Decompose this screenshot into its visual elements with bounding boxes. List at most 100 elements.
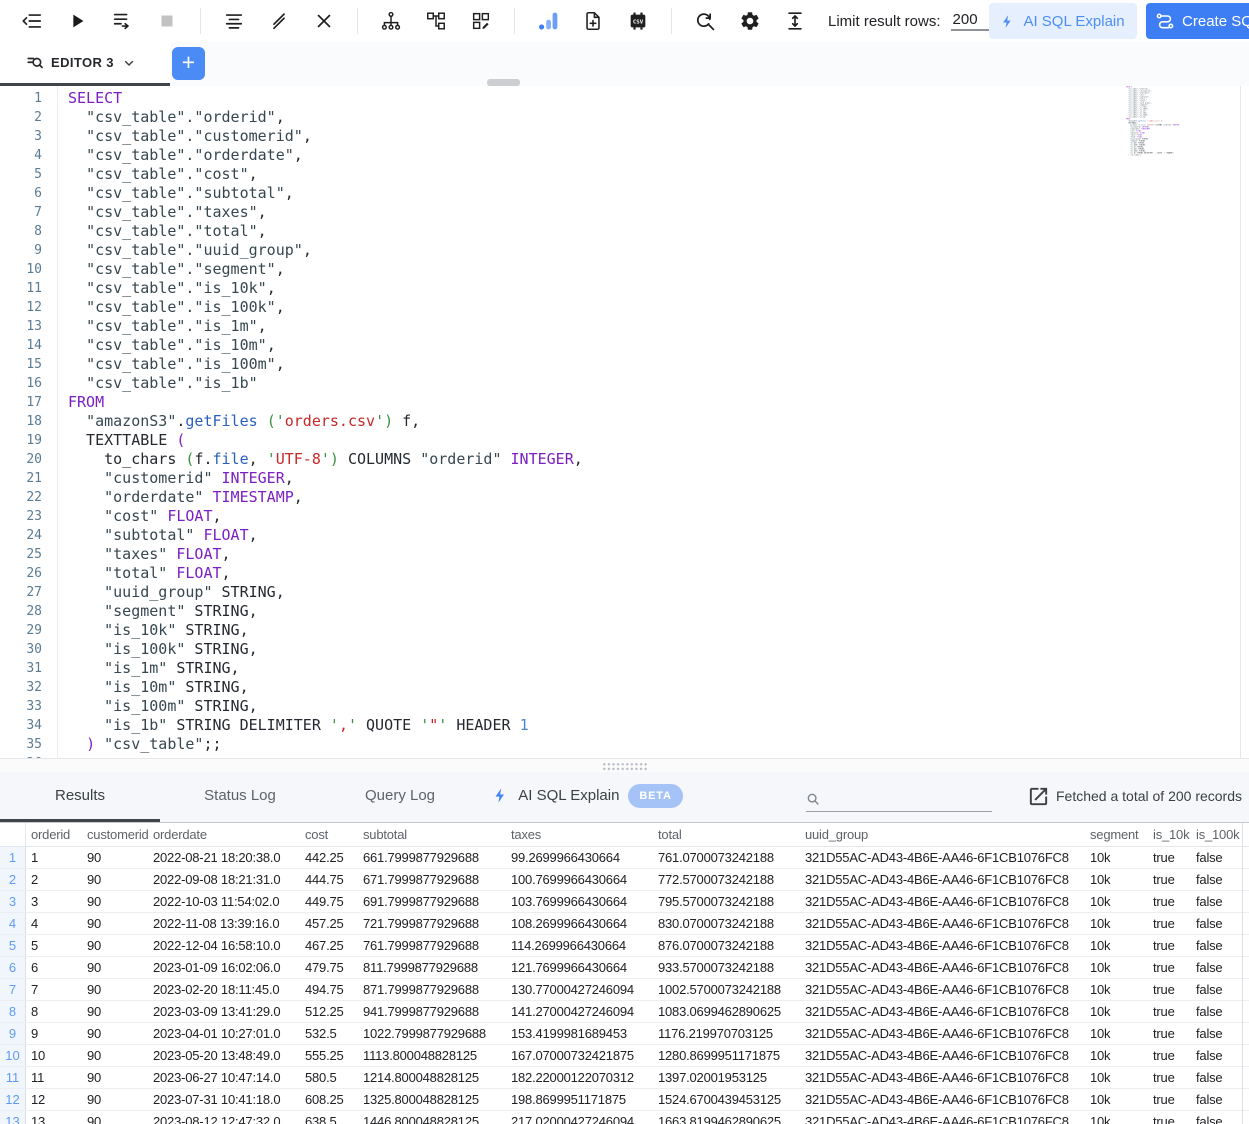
code-line[interactable]: "csv_table"."is_1b" <box>68 374 1249 393</box>
table-cell[interactable]: 12 <box>26 1089 82 1110</box>
table-row[interactable]: 55902022-12-04 16:58:10.0467.25761.79998… <box>0 935 1249 957</box>
table-cell[interactable]: 1022.7999877929688 <box>358 1023 506 1044</box>
tab-query-log[interactable]: Query Log <box>320 772 480 819</box>
column-header-cost[interactable]: cost <box>300 823 358 846</box>
table-cell[interactable]: true <box>1148 913 1191 934</box>
table-cell[interactable]: 555.25 <box>300 1045 358 1066</box>
code-line[interactable]: "amazonS3".getFiles ('orders.csv') f, <box>68 412 1249 431</box>
table-cell[interactable]: 321D55AC-AD43-4B6E-AA46-6F1CB1076FC8 <box>800 1111 1085 1124</box>
column-header-orderid[interactable]: orderid <box>26 823 82 846</box>
table-cell[interactable]: 11 <box>26 1067 82 1088</box>
table-row[interactable]: 88902023-03-09 13:41:29.0512.25941.79998… <box>0 1001 1249 1023</box>
table-cell[interactable]: 7 <box>26 979 82 1000</box>
table-cell[interactable]: 10k <box>1085 1067 1148 1088</box>
table-cell[interactable]: 1002.5700073242188 <box>653 979 800 1000</box>
table-row[interactable]: 44902022-11-08 13:39:16.0457.25721.79998… <box>0 913 1249 935</box>
table-row[interactable]: 22902022-09-08 18:21:31.0444.75671.79998… <box>0 869 1249 891</box>
table-cell[interactable]: false <box>1191 1089 1242 1110</box>
table-cell[interactable]: 90 <box>82 847 148 868</box>
table-cell[interactable]: 2023-02-20 18:11:45.0 <box>148 979 300 1000</box>
table-cell[interactable]: 10k <box>1085 1089 1148 1110</box>
table-cell[interactable]: 2022-08-21 18:20:38.0 <box>148 847 300 868</box>
code-line[interactable]: "csv_table"."is_10m", <box>68 336 1249 355</box>
row-number[interactable]: 12 <box>0 1089 26 1110</box>
column-header-taxes[interactable]: taxes <box>506 823 653 846</box>
code-line[interactable]: "is_1m" STRING, <box>68 659 1249 678</box>
table-cell[interactable]: false <box>1191 1023 1242 1044</box>
table-cell[interactable]: 4 <box>26 913 82 934</box>
table-cell[interactable]: 90 <box>82 935 148 956</box>
code-line[interactable]: "csv_table"."is_100k", <box>68 298 1249 317</box>
table-cell[interactable]: 99.2699966430664 <box>506 847 653 868</box>
code-area[interactable]: SELECT "csv_table"."orderid", "csv_table… <box>58 86 1249 758</box>
table-cell[interactable]: 121.7699966430664 <box>506 957 653 978</box>
table-cell[interactable]: 90 <box>82 869 148 890</box>
row-number[interactable]: 8 <box>0 1001 26 1022</box>
editor-minimap[interactable]: SELECT "csv_table"."orderid", "csv_table… <box>1126 86 1182 164</box>
table-cell[interactable]: 1397.02001953125 <box>653 1067 800 1088</box>
table-cell[interactable]: 321D55AC-AD43-4B6E-AA46-6F1CB1076FC8 <box>800 913 1085 934</box>
table-cell[interactable]: 10k <box>1085 1001 1148 1022</box>
table-cell[interactable]: 10k <box>1085 847 1148 868</box>
table-row[interactable]: 66902023-01-09 16:02:06.0479.75811.79998… <box>0 957 1249 979</box>
code-line[interactable]: "csv_table"."orderdate", <box>68 146 1249 165</box>
column-header-customerid[interactable]: customerid <box>82 823 148 846</box>
table-cell[interactable]: 6 <box>26 957 82 978</box>
table-cell[interactable]: 321D55AC-AD43-4B6E-AA46-6F1CB1076FC8 <box>800 1001 1085 1022</box>
row-number[interactable]: 11 <box>0 1067 26 1088</box>
table-cell[interactable]: 167.07000732421875 <box>506 1045 653 1066</box>
table-cell[interactable]: 141.27000427246094 <box>506 1001 653 1022</box>
table-cell[interactable]: false <box>1191 913 1242 934</box>
table-cell[interactable]: 2022-09-08 18:21:31.0 <box>148 869 300 890</box>
comment-icon[interactable] <box>267 9 291 33</box>
table-cell[interactable]: 494.75 <box>300 979 358 1000</box>
table-cell[interactable]: 811.7999877929688 <box>358 957 506 978</box>
table-cell[interactable]: 1280.8699951171875 <box>653 1045 800 1066</box>
tab-editor-3[interactable]: EDITOR 3 <box>0 42 170 86</box>
table-cell[interactable]: 108.2699966430664 <box>506 913 653 934</box>
code-line[interactable]: "csv_table"."segment", <box>68 260 1249 279</box>
format-query-icon[interactable] <box>222 9 246 33</box>
table-row[interactable]: 99902023-04-01 10:27:01.0532.51022.79998… <box>0 1023 1249 1045</box>
table-cell[interactable]: 580.5 <box>300 1067 358 1088</box>
table-cell[interactable]: 10k <box>1085 1023 1148 1044</box>
edit-blocks-icon[interactable] <box>469 9 493 33</box>
table-row[interactable]: 1313902023-08-12 12:47:32.0638.51446.800… <box>0 1111 1249 1124</box>
ai-sql-explain-button[interactable]: AI SQL Explain <box>989 3 1137 39</box>
table-cell[interactable]: 761.0700073242188 <box>653 847 800 868</box>
row-number[interactable]: 2 <box>0 869 26 890</box>
column-header-is_100k[interactable]: is_100k <box>1191 823 1242 846</box>
table-cell[interactable]: 321D55AC-AD43-4B6E-AA46-6F1CB1076FC8 <box>800 957 1085 978</box>
row-number[interactable]: 5 <box>0 935 26 956</box>
table-cell[interactable]: 721.7999877929688 <box>358 913 506 934</box>
chevron-down-icon[interactable] <box>121 55 137 71</box>
row-limit-icon[interactable] <box>783 9 807 33</box>
splitter-grip-icon[interactable] <box>602 762 648 771</box>
table-cell[interactable]: 321D55AC-AD43-4B6E-AA46-6F1CB1076FC8 <box>800 847 1085 868</box>
table-cell[interactable]: 90 <box>82 913 148 934</box>
column-header-orderdate[interactable]: orderdate <box>148 823 300 846</box>
code-line[interactable]: "csv_table"."cost", <box>68 165 1249 184</box>
clear-query-icon[interactable] <box>312 9 336 33</box>
column-header-uuid_group[interactable]: uuid_group <box>800 823 1085 846</box>
table-cell[interactable]: 1083.0699462890625 <box>653 1001 800 1022</box>
table-cell[interactable]: 2023-01-09 16:02:06.0 <box>148 957 300 978</box>
table-cell[interactable]: 479.75 <box>300 957 358 978</box>
code-line[interactable]: "subtotal" FLOAT, <box>68 526 1249 545</box>
code-line[interactable]: "is_10k" STRING, <box>68 621 1249 640</box>
row-number[interactable]: 10 <box>0 1045 26 1066</box>
table-cell[interactable]: 182.22000122070312 <box>506 1067 653 1088</box>
results-search[interactable] <box>806 788 992 812</box>
table-cell[interactable]: 1113.800048828125 <box>358 1045 506 1066</box>
column-header-total[interactable]: total <box>653 823 800 846</box>
table-cell[interactable]: 10k <box>1085 1045 1148 1066</box>
settings-gear-icon[interactable] <box>738 9 762 33</box>
table-cell[interactable]: 321D55AC-AD43-4B6E-AA46-6F1CB1076FC8 <box>800 869 1085 890</box>
table-cell[interactable]: false <box>1191 869 1242 890</box>
table-cell[interactable]: false <box>1191 1001 1242 1022</box>
table-cell[interactable]: 90 <box>82 1067 148 1088</box>
tab-status-log[interactable]: Status Log <box>160 772 320 819</box>
table-cell[interactable]: false <box>1191 891 1242 912</box>
code-line[interactable] <box>1126 156 1182 158</box>
table-cell[interactable]: true <box>1148 935 1191 956</box>
